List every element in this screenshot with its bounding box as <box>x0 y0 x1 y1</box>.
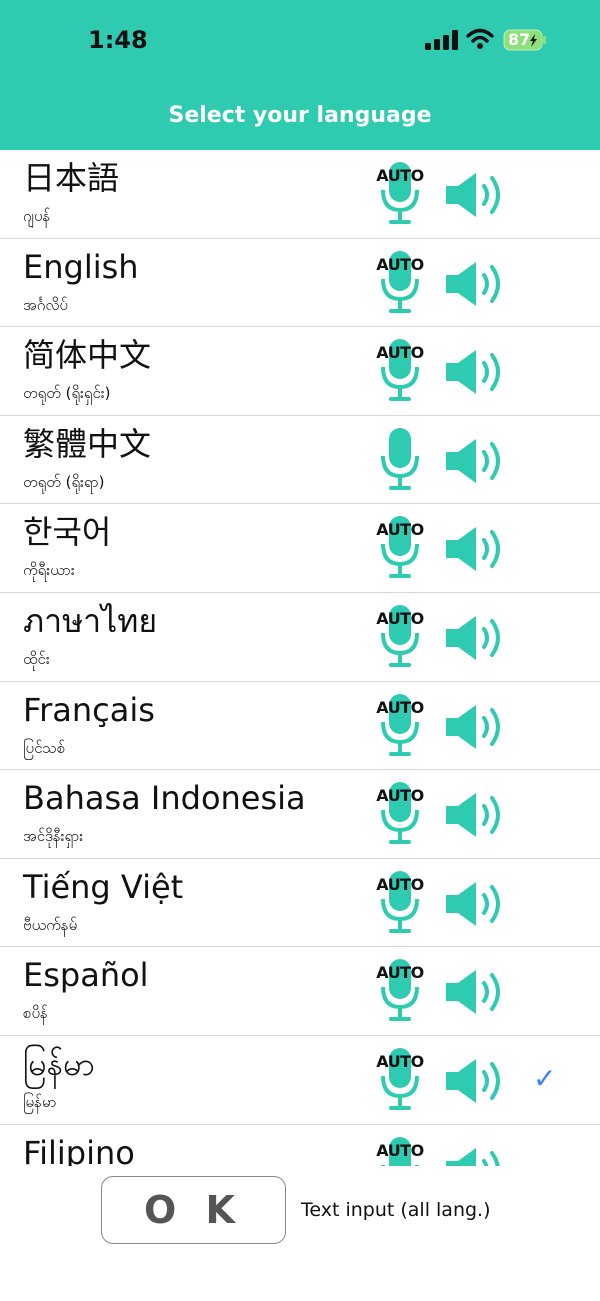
speaker-icon <box>444 881 508 932</box>
language-name: 日本語 <box>23 159 120 197</box>
language-name: မြန်မာ <box>23 1044 95 1083</box>
language-name-burmese: တရုတ် (ရိုးရှင်း) <box>23 384 111 403</box>
language-name-burmese: ထိုင်း <box>23 649 50 668</box>
language-row[interactable]: English အင်္ဂလိပ် AUTO <box>0 239 600 328</box>
speaker-icon <box>444 704 508 755</box>
speaker-icon <box>444 527 508 577</box>
language-row[interactable]: Français ပြင်သစ် AUTO <box>0 682 600 771</box>
speaker-button[interactable] <box>444 968 508 1016</box>
microphone-button[interactable]: AUTO <box>376 959 424 1025</box>
language-name-burmese: ဂျပန် <box>23 207 51 225</box>
language-name: Tiếng Việt <box>23 867 184 906</box>
language-list: 日本語 ဂျပန် AUTO English အင်္ဂလိပ် AUTO 简体中文 တရုတ… <box>0 150 600 1166</box>
speaker-icon <box>444 438 508 489</box>
language-name: Français <box>23 690 155 729</box>
language-name-burmese: စပိန် <box>23 1004 48 1023</box>
speaker-button[interactable] <box>444 1146 508 1166</box>
language-row[interactable]: 繁體中文 တရုတ် (ရိုးရာ) <box>0 416 600 505</box>
speaker-button[interactable] <box>444 880 508 928</box>
speaker-icon <box>444 615 508 666</box>
battery-level: 87 <box>508 30 531 49</box>
language-row[interactable]: Bahasa Indonesia အင်ဒိုနီးရှား AUTO <box>0 770 600 859</box>
language-name: 繁體中文 <box>23 424 152 463</box>
microphone-button[interactable]: AUTO <box>376 1136 424 1166</box>
battery-indicator: 87 <box>503 29 547 51</box>
language-name: 简体中文 <box>23 336 152 375</box>
microphone-button[interactable]: AUTO <box>376 339 424 405</box>
microphone-button[interactable]: AUTO <box>376 870 424 937</box>
language-row[interactable]: ภาษาไทย ထိုင်း AUTO <box>0 593 600 682</box>
language-name-burmese: တရုတ် (ရိုးရာ) <box>23 472 105 491</box>
auto-label: AUTO <box>376 608 424 628</box>
auto-label: AUTO <box>376 1140 424 1160</box>
language-name: 한국어 <box>23 513 112 552</box>
auto-label: AUTO <box>376 1051 424 1071</box>
speaker-icon <box>444 173 508 223</box>
language-name: Español <box>23 956 149 995</box>
language-row[interactable]: Tiếng Việt ဗီယက်နမ် AUTO <box>0 859 600 948</box>
language-name: English <box>23 247 139 286</box>
language-row[interactable]: 한국어 ကိုရီးယား AUTO <box>0 504 600 593</box>
language-name-burmese: ပြင်သစ် <box>23 738 66 757</box>
speaker-icon <box>444 261 508 312</box>
language-row[interactable]: Filipino AUTO <box>0 1125 600 1166</box>
footer-bar: O K Text input (all lang.) <box>0 1166 600 1301</box>
language-row[interactable]: Español စပိန် AUTO <box>0 947 600 1036</box>
speaker-button[interactable] <box>444 171 508 219</box>
speaker-button[interactable] <box>444 791 508 839</box>
auto-label: AUTO <box>376 963 424 983</box>
speaker-button[interactable] <box>444 703 508 751</box>
language-row[interactable]: 日本語 ဂျပန် AUTO <box>0 150 600 239</box>
speaker-button[interactable] <box>444 525 508 573</box>
speaker-button[interactable] <box>444 437 508 485</box>
microphone-button[interactable]: AUTO <box>376 516 424 582</box>
microphone-button[interactable] <box>376 427 424 494</box>
text-input-all-languages-link[interactable]: Text input (all lang.) <box>301 1199 491 1221</box>
speaker-icon <box>444 793 508 843</box>
language-name-burmese: အင်္ဂလိပ် <box>23 295 68 314</box>
microphone-button[interactable]: AUTO <box>376 1047 424 1114</box>
speaker-icon <box>444 350 508 400</box>
wifi-icon <box>466 28 494 49</box>
language-name: Filipino <box>23 1133 135 1166</box>
language-name: Bahasa Indonesia <box>23 779 306 818</box>
microphone-button[interactable]: AUTO <box>376 162 424 228</box>
language-name-burmese: မြန်မာ <box>23 1092 57 1111</box>
auto-label: AUTO <box>376 343 424 363</box>
page-title: Select your language <box>168 103 432 128</box>
auto-label: AUTO <box>376 520 424 540</box>
speaker-icon <box>444 1058 508 1109</box>
auto-label: AUTO <box>376 874 424 894</box>
language-row[interactable]: 简体中文 တရုတ် (ရိုးရှင်း) AUTO <box>0 327 600 416</box>
speaker-button[interactable] <box>444 614 508 662</box>
microphone-button[interactable]: AUTO <box>376 604 424 671</box>
status-time: 1:48 <box>88 26 148 54</box>
auto-label: AUTO <box>376 254 424 274</box>
speaker-icon <box>444 970 508 1020</box>
speaker-button[interactable] <box>444 1057 508 1105</box>
cellular-signal-icon <box>425 30 458 50</box>
auto-label: AUTO <box>376 166 424 185</box>
language-name-burmese: ဗီယက်နမ် <box>23 915 78 934</box>
language-name-burmese: ကိုရီးယား <box>23 561 75 580</box>
auto-label: AUTO <box>376 786 424 806</box>
ok-button[interactable]: O K <box>101 1176 286 1244</box>
language-name-burmese: အင်ဒိုနီးရှား <box>23 827 84 846</box>
language-name: ภาษาไทย <box>23 601 158 640</box>
auto-label: AUTO <box>376 697 424 717</box>
microphone-button[interactable]: AUTO <box>376 250 424 317</box>
microphone-button[interactable]: AUTO <box>376 693 424 760</box>
checkmark-icon: ✓ <box>533 1061 557 1095</box>
microphone-button[interactable]: AUTO <box>376 782 424 848</box>
language-row[interactable]: မြန်မာ မြန်မာ AUTO ✓ <box>0 1036 600 1125</box>
speaker-button[interactable] <box>444 348 508 396</box>
speaker-button[interactable] <box>444 260 508 308</box>
app-header: 1:48 87 Select your language <box>0 0 600 150</box>
